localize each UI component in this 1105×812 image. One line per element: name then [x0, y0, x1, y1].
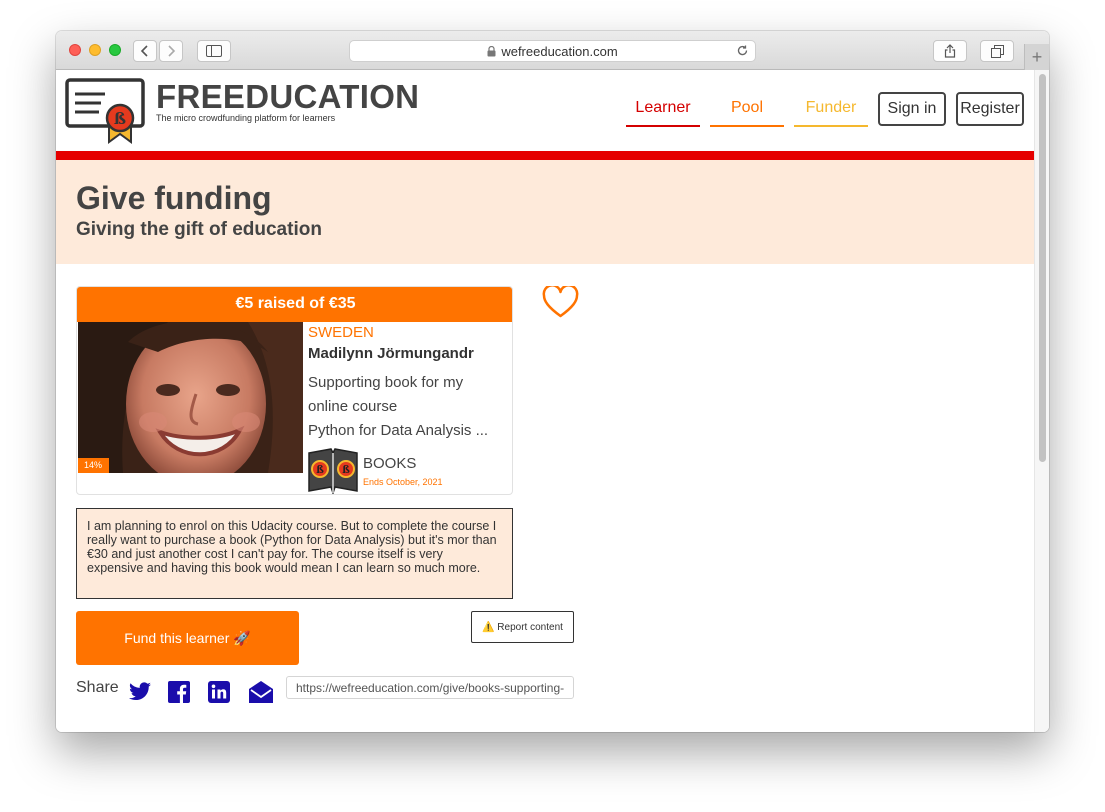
books-category-icon: ß ß [307, 447, 359, 494]
plus-icon: + [1031, 46, 1043, 67]
brand-title[interactable]: FREEDUCATION [156, 78, 419, 116]
address-url: wefreeducation.com [501, 43, 618, 59]
scrollbar-thumb[interactable] [1039, 74, 1046, 462]
linkedin-icon[interactable] [208, 681, 230, 708]
campaign-end-date: Ends October, 2021 [363, 477, 443, 487]
sidebar-icon [206, 45, 222, 57]
freeducation-logo-icon[interactable]: ß [65, 78, 147, 149]
svg-text:ß: ß [342, 465, 350, 476]
web-page: ß FREEDUCATION The micro crowdfunding pl… [56, 70, 1049, 732]
description-line-2: online course [308, 398, 398, 415]
nav-learner[interactable]: Learner [626, 96, 700, 127]
share-upload-icon [944, 44, 956, 58]
hero-banner: Give funding Giving the gift of educatio… [56, 160, 1034, 264]
sidebar-toggle-button[interactable] [197, 40, 231, 62]
learner-name[interactable]: Madilynn Jörmungandr [308, 345, 474, 362]
share-page-button[interactable] [933, 40, 967, 62]
new-tab-button[interactable]: + [1024, 44, 1049, 70]
brand-tagline: The micro crowdfunding platform for lear… [156, 113, 336, 123]
tabs-icon [990, 44, 1004, 58]
sign-in-button[interactable]: Sign in [878, 92, 946, 126]
close-window-button[interactable] [69, 44, 81, 56]
browser-window: wefreeducation.com + ß FREEDUCATION The … [56, 31, 1049, 732]
raised-amount: €5 raised of €35 [77, 287, 512, 322]
description-line-3: Python for Data Analysis ... [308, 422, 489, 439]
twitter-icon[interactable] [128, 681, 152, 708]
tab-overview-button[interactable] [980, 40, 1014, 62]
description-line-1: Supporting book for my [308, 374, 464, 391]
facebook-icon[interactable] [168, 681, 190, 708]
page-title: Give funding [76, 180, 272, 216]
register-button[interactable]: Register [956, 92, 1024, 126]
nav-pool[interactable]: Pool [710, 96, 784, 127]
reload-icon[interactable] [736, 44, 749, 57]
report-content-button[interactable]: ⚠️ Report content [471, 611, 574, 643]
learner-country: SWEDEN [308, 324, 374, 341]
zoom-window-button[interactable] [109, 44, 121, 56]
forward-button[interactable] [159, 40, 183, 62]
page-subtitle: Giving the gift of education [76, 219, 322, 240]
svg-text:ß: ß [316, 465, 324, 476]
browser-toolbar: wefreeducation.com + [56, 31, 1049, 70]
back-button[interactable] [133, 40, 157, 62]
lock-icon [487, 45, 496, 57]
email-icon[interactable] [248, 679, 274, 710]
share-label: Share [76, 679, 119, 696]
chevron-left-icon [140, 45, 148, 57]
heart-outline-icon[interactable] [542, 284, 579, 324]
address-bar[interactable]: wefreeducation.com [349, 40, 756, 62]
learner-photo[interactable] [78, 322, 303, 473]
progress-badge: 14% [78, 458, 109, 473]
svg-text:ß: ß [114, 109, 126, 128]
campaign-card[interactable]: €5 raised of €35 14% SWEDEN Madilynn Jör… [76, 286, 513, 495]
header-divider [56, 151, 1034, 160]
campaign-category: BOOKS [363, 455, 417, 472]
fund-learner-button[interactable]: Fund this learner 🚀 [76, 611, 299, 665]
page-scrollbar[interactable] [1034, 70, 1049, 732]
nav-funder[interactable]: Funder [794, 96, 868, 127]
share-url-field[interactable] [286, 676, 574, 699]
minimize-window-button[interactable] [89, 44, 101, 56]
chevron-right-icon [168, 45, 176, 57]
campaign-story: I am planning to enrol on this Udacity c… [76, 508, 513, 599]
